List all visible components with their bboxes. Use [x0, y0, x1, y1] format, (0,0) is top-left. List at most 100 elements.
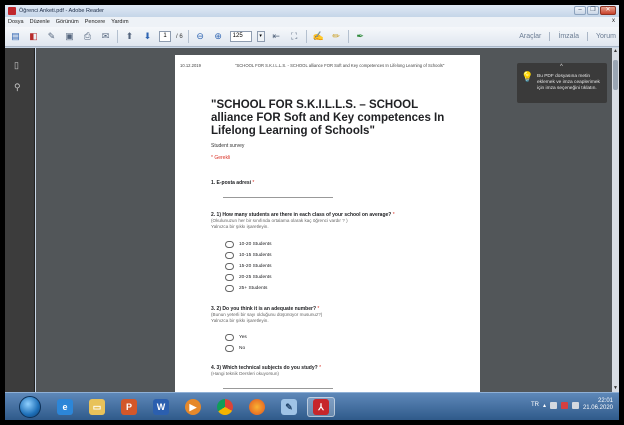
highlight-icon[interactable]: ✏ [330, 30, 343, 43]
taskbar-notepad[interactable]: ✎ [275, 397, 303, 417]
question-hint: (Hangi teknik Dersleri okuyorsun) [211, 371, 279, 376]
taskbar-file-explorer[interactable]: ▭ [83, 397, 111, 417]
taskbar-powerpoint[interactable]: P [115, 397, 143, 417]
required-note: * Gerekli [211, 155, 231, 161]
form-title: "SCHOOL FOR S.K.I.L.L.S. – SCHOOL allian… [211, 99, 445, 137]
menu-item-pencere[interactable]: Pencere [85, 19, 106, 25]
option-row[interactable]: 10-15 Students [225, 252, 272, 259]
sign-tooltip: ^ 💡 Bu PDF dosyasına metin eklemek ve im… [517, 63, 607, 103]
radio-button[interactable] [225, 263, 234, 270]
powerpoint-icon: P [121, 399, 137, 415]
menu-item-duzenle[interactable]: Düzenle [30, 19, 50, 25]
option-row[interactable]: 10-20 Students [225, 241, 272, 248]
notepad-icon: ✎ [281, 399, 297, 415]
maximize-button[interactable]: ❐ [587, 6, 599, 15]
window-controls: – ❐ ✕ [574, 6, 616, 15]
clock-time: 22:01 [597, 398, 613, 404]
vertical-scrollbar[interactable]: ▲ ▼ [612, 48, 619, 392]
collapse-caret-icon[interactable]: ^ [560, 64, 563, 70]
question-instruction: Yalnızca bir şıkkı işaretleyin. [211, 224, 269, 229]
firefox-icon [249, 399, 265, 415]
close-button[interactable]: ✕ [600, 6, 616, 15]
option-row[interactable]: 20-25 Students [225, 274, 272, 281]
email-icon[interactable]: ✉ [99, 30, 112, 43]
toolbar-divider [117, 30, 118, 43]
page-number-input[interactable]: 1 [159, 31, 171, 42]
option-row[interactable]: 25+ Students [225, 285, 267, 292]
start-button[interactable] [19, 396, 41, 418]
clock[interactable]: 22:01 21.06.2020 [583, 398, 613, 412]
folder-icon: ▭ [89, 399, 105, 415]
adobe-reader-taskbar-icon: ⅄ [313, 399, 329, 415]
zoom-input[interactable]: 125 [229, 31, 252, 42]
language-indicator[interactable]: TR [531, 402, 539, 408]
question-instruction: Yalnızca bir şıkkı işaretleyin. [211, 318, 269, 323]
window-titlebar: Öğrenci Anketi.pdf - Adobe Reader – ❐ ✕ [5, 5, 619, 17]
taskbar-media-player[interactable]: ▶ [179, 397, 207, 417]
subjects-answer-field[interactable] [223, 388, 333, 389]
window-title: Öğrenci Anketi.pdf - Adobe Reader [19, 8, 104, 14]
system-tray: TR ▴ 22:01 21.06.2020 [531, 398, 613, 412]
scroll-thumb[interactable] [613, 60, 618, 90]
option-row[interactable]: Yes [225, 334, 247, 341]
menu-item-gorunum[interactable]: Görünüm [56, 19, 79, 25]
security-icon[interactable] [560, 401, 568, 409]
print-icon[interactable]: ⎙ [81, 30, 94, 43]
option-label: 10-20 Students [239, 242, 272, 247]
option-label: Yes [239, 335, 247, 340]
open-file-icon[interactable]: ▤ [9, 30, 22, 43]
save-icon[interactable]: ▣ [63, 30, 76, 43]
required-mark: * [391, 212, 395, 218]
taskbar-internet-explorer[interactable]: e [51, 397, 79, 417]
toolbar-divider [187, 30, 189, 43]
radio-button[interactable] [225, 252, 234, 259]
network-icon[interactable] [549, 401, 557, 409]
full-screen-icon[interactable]: ⛶ [288, 30, 301, 43]
scroll-up-icon[interactable]: ▲ [612, 48, 619, 55]
zoom-out-icon[interactable]: ⊖ [194, 30, 207, 43]
create-pdf-icon[interactable]: ◧ [27, 30, 40, 43]
option-label: 25+ Students [239, 286, 268, 291]
required-mark: * [251, 180, 255, 186]
header-title: "SCHOOL FOR S.K.I.L.L.S. - SCHOOL allian… [235, 63, 445, 68]
attachments-panel-icon[interactable]: ⚲ [14, 82, 24, 93]
scroll-down-icon[interactable]: ▼ [612, 385, 619, 392]
desktop-screen: Öğrenci Anketi.pdf - Adobe Reader – ❐ ✕ … [5, 5, 619, 420]
menu-item-dosya[interactable]: Dosya [8, 19, 24, 25]
volume-icon[interactable] [571, 401, 579, 409]
lightbulb-icon: 💡 [521, 72, 534, 83]
tray-chevron-icon[interactable]: ▴ [543, 402, 546, 409]
email-answer-field[interactable] [223, 197, 333, 198]
next-page-icon[interactable]: ⬇ [141, 30, 154, 43]
taskbar-adobe-reader[interactable]: ⅄ [307, 397, 335, 417]
tools-link[interactable]: Araçlar [519, 33, 541, 40]
header-date: 10.12.2019 [180, 63, 201, 68]
taskbar-firefox[interactable] [243, 397, 271, 417]
comment-link[interactable]: Yorum [596, 33, 616, 40]
radio-button[interactable] [225, 241, 234, 248]
taskbar-word[interactable]: W [147, 397, 175, 417]
zoom-dropdown-icon[interactable]: ▾ [256, 31, 265, 42]
sign-link[interactable]: İmzala [558, 33, 579, 40]
radio-button[interactable] [225, 274, 234, 281]
required-mark: * [317, 365, 322, 371]
edit-pdf-icon[interactable]: ✎ [45, 30, 58, 43]
radio-button[interactable] [225, 285, 234, 292]
option-row[interactable]: No [225, 345, 245, 352]
sign-icon[interactable]: ✒ [354, 30, 367, 43]
menu-bar: Dosya Düzenle Görünüm Pencere Yardım x [5, 17, 619, 27]
option-row[interactable]: 15-20 Students [225, 263, 272, 270]
link-divider [549, 32, 551, 41]
prev-page-icon[interactable]: ⬆ [123, 30, 136, 43]
fit-page-icon[interactable]: ⇤ [270, 30, 283, 43]
menu-item-yardim[interactable]: Yardım [111, 19, 128, 25]
pages-panel-icon[interactable]: ▯ [14, 60, 24, 71]
zoom-in-icon[interactable]: ⊕ [212, 30, 225, 43]
comment-icon[interactable]: ✍ [312, 30, 325, 43]
radio-button[interactable] [225, 334, 234, 341]
taskbar-chrome[interactable] [211, 397, 239, 417]
menu-close-icon[interactable]: x [612, 18, 615, 24]
minimize-button[interactable]: – [574, 6, 586, 15]
radio-button[interactable] [225, 345, 234, 352]
option-label: No [239, 346, 246, 351]
